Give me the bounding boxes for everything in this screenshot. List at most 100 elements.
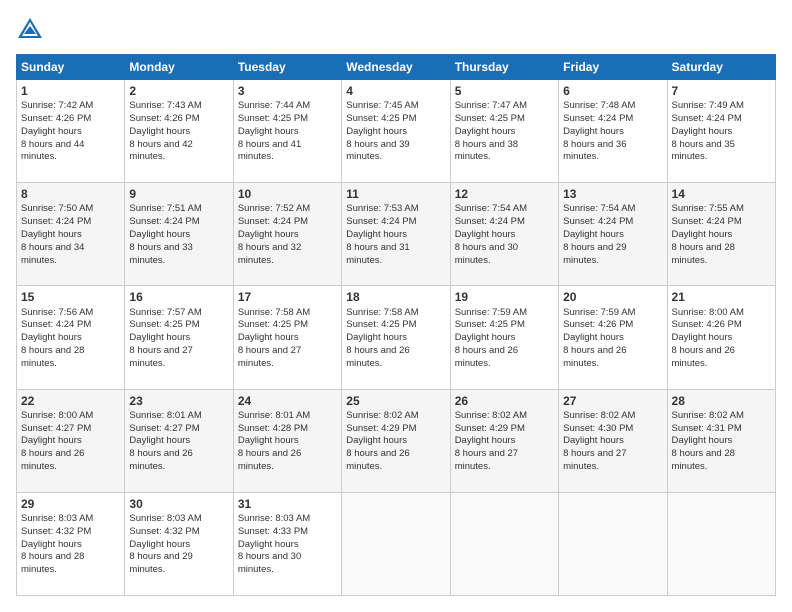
sunrise-label: Sunrise: 8:01 AM [129,410,201,421]
daylight-label: Daylight hours [129,539,190,550]
sunset-label: Sunset: 4:28 PM [238,423,308,434]
daylight-label: Daylight hours [238,126,299,137]
sunset-label: Sunset: 4:24 PM [455,216,525,227]
daylight-value: 8 hours and 28 minutes. [21,345,84,369]
sunset-label: Sunset: 4:24 PM [672,216,742,227]
day-number: 2 [129,83,228,99]
day-number: 24 [238,393,337,409]
sunrise-label: Sunrise: 7:57 AM [129,307,201,318]
daylight-value: 8 hours and 26 minutes. [672,345,735,369]
calendar-cell: 13Sunrise: 7:54 AMSunset: 4:24 PMDayligh… [559,183,667,286]
sunset-label: Sunset: 4:25 PM [455,113,525,124]
daylight-label: Daylight hours [455,332,516,343]
weekday-header-saturday: Saturday [667,55,775,80]
day-number: 8 [21,186,120,202]
logo-icon [16,16,44,44]
day-number: 22 [21,393,120,409]
sunrise-label: Sunrise: 7:42 AM [21,100,93,111]
daylight-label: Daylight hours [238,539,299,550]
calendar-cell: 7Sunrise: 7:49 AMSunset: 4:24 PMDaylight… [667,80,775,183]
daylight-label: Daylight hours [238,435,299,446]
day-number: 25 [346,393,445,409]
calendar-cell: 12Sunrise: 7:54 AMSunset: 4:24 PMDayligh… [450,183,558,286]
sunrise-label: Sunrise: 7:43 AM [129,100,201,111]
daylight-label: Daylight hours [672,435,733,446]
calendar-cell: 3Sunrise: 7:44 AMSunset: 4:25 PMDaylight… [233,80,341,183]
day-number: 12 [455,186,554,202]
day-number: 4 [346,83,445,99]
daylight-label: Daylight hours [21,126,82,137]
day-number: 14 [672,186,771,202]
daylight-label: Daylight hours [21,229,82,240]
sunrise-label: Sunrise: 8:03 AM [21,513,93,524]
sunset-label: Sunset: 4:25 PM [238,319,308,330]
calendar-cell [667,492,775,595]
day-number: 15 [21,289,120,305]
sunset-label: Sunset: 4:25 PM [346,113,416,124]
daylight-value: 8 hours and 26 minutes. [455,345,518,369]
calendar-cell: 16Sunrise: 7:57 AMSunset: 4:25 PMDayligh… [125,286,233,389]
weekday-header-friday: Friday [559,55,667,80]
sunrise-label: Sunrise: 7:52 AM [238,203,310,214]
day-number: 17 [238,289,337,305]
sunset-label: Sunset: 4:30 PM [563,423,633,434]
sunrise-label: Sunrise: 8:03 AM [238,513,310,524]
sunrise-label: Sunrise: 7:54 AM [563,203,635,214]
calendar-cell: 2Sunrise: 7:43 AMSunset: 4:26 PMDaylight… [125,80,233,183]
sunset-label: Sunset: 4:24 PM [21,319,91,330]
day-number: 27 [563,393,662,409]
page: SundayMondayTuesdayWednesdayThursdayFrid… [0,0,792,612]
daylight-value: 8 hours and 27 minutes. [563,448,626,472]
daylight-label: Daylight hours [346,229,407,240]
weekday-header-row: SundayMondayTuesdayWednesdayThursdayFrid… [17,55,776,80]
daylight-value: 8 hours and 28 minutes. [672,242,735,266]
calendar-cell: 17Sunrise: 7:58 AMSunset: 4:25 PMDayligh… [233,286,341,389]
day-number: 26 [455,393,554,409]
calendar-cell: 29Sunrise: 8:03 AMSunset: 4:32 PMDayligh… [17,492,125,595]
day-number: 21 [672,289,771,305]
calendar-cell: 26Sunrise: 8:02 AMSunset: 4:29 PMDayligh… [450,389,558,492]
calendar-cell: 18Sunrise: 7:58 AMSunset: 4:25 PMDayligh… [342,286,450,389]
daylight-value: 8 hours and 36 minutes. [563,139,626,163]
daylight-value: 8 hours and 29 minutes. [129,551,192,575]
sunset-label: Sunset: 4:25 PM [129,319,199,330]
daylight-label: Daylight hours [238,229,299,240]
sunrise-label: Sunrise: 8:00 AM [672,307,744,318]
daylight-label: Daylight hours [563,126,624,137]
header [16,16,776,44]
daylight-label: Daylight hours [672,229,733,240]
calendar-cell: 4Sunrise: 7:45 AMSunset: 4:25 PMDaylight… [342,80,450,183]
sunset-label: Sunset: 4:24 PM [238,216,308,227]
calendar-cell: 14Sunrise: 7:55 AMSunset: 4:24 PMDayligh… [667,183,775,286]
sunrise-label: Sunrise: 7:47 AM [455,100,527,111]
calendar-cell: 15Sunrise: 7:56 AMSunset: 4:24 PMDayligh… [17,286,125,389]
daylight-value: 8 hours and 34 minutes. [21,242,84,266]
sunrise-label: Sunrise: 8:02 AM [563,410,635,421]
daylight-value: 8 hours and 27 minutes. [129,345,192,369]
sunrise-label: Sunrise: 8:00 AM [21,410,93,421]
daylight-label: Daylight hours [129,126,190,137]
calendar-week-row: 1Sunrise: 7:42 AMSunset: 4:26 PMDaylight… [17,80,776,183]
calendar-table: SundayMondayTuesdayWednesdayThursdayFrid… [16,54,776,596]
sunset-label: Sunset: 4:31 PM [672,423,742,434]
calendar-week-row: 29Sunrise: 8:03 AMSunset: 4:32 PMDayligh… [17,492,776,595]
weekday-header-thursday: Thursday [450,55,558,80]
calendar-cell: 20Sunrise: 7:59 AMSunset: 4:26 PMDayligh… [559,286,667,389]
daylight-label: Daylight hours [672,332,733,343]
calendar-cell: 27Sunrise: 8:02 AMSunset: 4:30 PMDayligh… [559,389,667,492]
daylight-label: Daylight hours [455,229,516,240]
calendar-cell: 21Sunrise: 8:00 AMSunset: 4:26 PMDayligh… [667,286,775,389]
daylight-label: Daylight hours [129,435,190,446]
sunset-label: Sunset: 4:32 PM [21,526,91,537]
sunrise-label: Sunrise: 7:53 AM [346,203,418,214]
daylight-value: 8 hours and 44 minutes. [21,139,84,163]
sunset-label: Sunset: 4:24 PM [21,216,91,227]
daylight-label: Daylight hours [238,332,299,343]
sunset-label: Sunset: 4:29 PM [346,423,416,434]
calendar-cell [559,492,667,595]
day-number: 30 [129,496,228,512]
daylight-value: 8 hours and 26 minutes. [21,448,84,472]
calendar-cell: 5Sunrise: 7:47 AMSunset: 4:25 PMDaylight… [450,80,558,183]
sunrise-label: Sunrise: 7:56 AM [21,307,93,318]
daylight-value: 8 hours and 27 minutes. [238,345,301,369]
